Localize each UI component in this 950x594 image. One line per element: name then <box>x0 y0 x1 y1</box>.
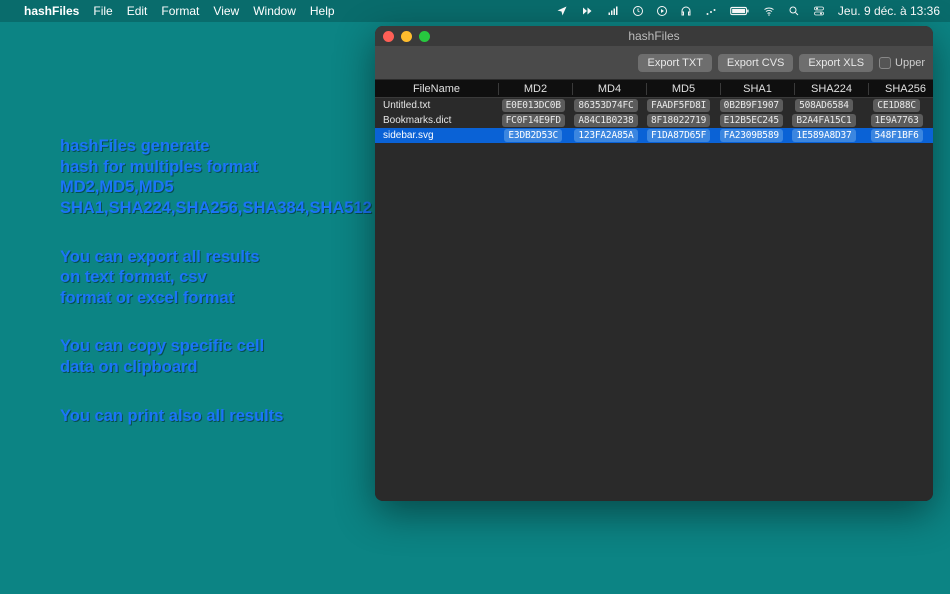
cell-hash: FAADF5FD8I <box>642 99 715 112</box>
hash-chip[interactable]: 8F18022719 <box>647 114 710 127</box>
cell-hash: 1E589A8D37 <box>788 129 861 142</box>
promo-line: You can print also all results <box>60 406 372 427</box>
hash-chip[interactable]: B2A4FA15C1 <box>792 114 855 127</box>
hash-chip[interactable]: 1E9A7763 <box>871 114 923 127</box>
menu-file[interactable]: File <box>93 4 112 18</box>
cell-hash: 548F1BF6 <box>860 129 933 142</box>
cell-hash: E12B5EC245 <box>715 114 788 127</box>
toolbar: Export TXT Export CVS Export XLS Upper <box>375 46 933 80</box>
window-titlebar[interactable]: hashFiles <box>375 26 933 46</box>
cell-hash: E3DB2D53C <box>497 129 570 142</box>
hash-chip[interactable]: A84C1B0238 <box>574 114 637 127</box>
cell-hash: CE1D88C <box>860 99 933 112</box>
cell-hash: B2A4FA15C1 <box>788 114 861 127</box>
control-center-icon[interactable] <box>812 5 826 17</box>
export-cvs-button[interactable]: Export CVS <box>718 54 793 72</box>
col-filename[interactable]: FileName <box>375 83 499 95</box>
hash-chip[interactable]: 1E589A8D37 <box>792 129 855 142</box>
menubar-status-area: Jeu. 9 déc. à 13:36 <box>556 4 940 18</box>
cell-filename: sidebar.svg <box>375 130 497 141</box>
menu-edit[interactable]: Edit <box>127 4 148 18</box>
cell-hash: E0E013DC0B <box>497 99 570 112</box>
promo-line: You can copy specific cell <box>60 336 372 357</box>
hash-chip[interactable]: FC0F14E9FD <box>502 114 565 127</box>
cell-hash: 123FA2A85A <box>570 129 643 142</box>
promo-line: format or excel format <box>60 288 372 309</box>
table-row[interactable]: Untitled.txt E0E013DC0B 86353D74FC FAADF5FD… <box>375 98 933 113</box>
col-md4[interactable]: MD4 <box>573 83 647 95</box>
col-sha256[interactable]: SHA256 <box>869 83 933 95</box>
hash-chip[interactable]: FAADF5FD8I <box>647 99 710 112</box>
hash-chip[interactable]: 508AD6584 <box>795 99 853 112</box>
hash-chip[interactable]: E12B5EC245 <box>720 114 783 127</box>
hash-chip[interactable]: FA2309B589 <box>720 129 783 142</box>
menubar-clock[interactable]: Jeu. 9 déc. à 13:36 <box>838 4 940 18</box>
fastforward-icon[interactable] <box>580 5 594 17</box>
col-sha224[interactable]: SHA224 <box>795 83 869 95</box>
cell-hash: F1DA87D65F <box>642 129 715 142</box>
cell-hash: 508AD6584 <box>788 99 861 112</box>
upper-label: Upper <box>895 57 925 69</box>
battery-icon[interactable] <box>730 5 750 17</box>
table-header-row: FileName MD2 MD4 MD5 SHA1 SHA224 SHA256 <box>375 80 933 98</box>
clock-icon[interactable] <box>632 5 644 17</box>
promo-line: SHA1,SHA224,SHA256,SHA384,SHA512 <box>60 198 372 219</box>
menubar-appname[interactable]: hashFiles <box>24 4 79 18</box>
hash-chip[interactable]: 123FA2A85A <box>574 129 637 142</box>
promo-line: hash for multiples format <box>60 157 372 178</box>
promo-line: MD2,MD5,MD5 <box>60 177 372 198</box>
hash-chip[interactable]: E3DB2D53C <box>504 129 562 142</box>
hash-chip[interactable]: 548F1BF6 <box>871 129 923 142</box>
dots-icon[interactable] <box>704 5 718 17</box>
cell-hash: 1E9A7763 <box>860 114 933 127</box>
menu-view[interactable]: View <box>213 4 239 18</box>
cell-hash: 8F18022719 <box>642 114 715 127</box>
hash-chip[interactable]: CE1D88C <box>873 99 920 112</box>
signal-icon[interactable] <box>606 5 620 17</box>
export-xls-button[interactable]: Export XLS <box>799 54 873 72</box>
cell-filename: Bookmarks.dict <box>375 115 497 126</box>
checkbox-icon[interactable] <box>879 57 891 69</box>
promo-line: hashFiles generate <box>60 136 372 157</box>
menu-window[interactable]: Window <box>253 4 296 18</box>
cell-filename: Untitled.txt <box>375 100 497 111</box>
hash-chip[interactable]: F1DA87D65F <box>647 129 710 142</box>
col-md2[interactable]: MD2 <box>499 83 573 95</box>
cell-hash: FC0F14E9FD <box>497 114 570 127</box>
promo-text: hashFiles generate hash for multiples fo… <box>60 136 372 454</box>
export-txt-button[interactable]: Export TXT <box>638 54 711 72</box>
cell-hash: FA2309B589 <box>715 129 788 142</box>
wifi-icon[interactable] <box>762 5 776 17</box>
play-circle-icon[interactable] <box>656 5 668 17</box>
hash-chip[interactable]: 0B2B9F1907 <box>720 99 783 112</box>
hash-chip[interactable]: 86353D74FC <box>574 99 637 112</box>
menu-help[interactable]: Help <box>310 4 335 18</box>
headphones-icon[interactable] <box>680 5 692 17</box>
window-title: hashFiles <box>375 29 933 43</box>
col-md5[interactable]: MD5 <box>647 83 721 95</box>
menu-format[interactable]: Format <box>161 4 199 18</box>
table-row[interactable]: Bookmarks.dict FC0F14E9FD A84C1B0238 8F1802… <box>375 113 933 128</box>
search-icon[interactable] <box>788 5 800 17</box>
cell-hash: A84C1B0238 <box>570 114 643 127</box>
upper-toggle[interactable]: Upper <box>879 57 925 69</box>
col-sha1[interactable]: SHA1 <box>721 83 795 95</box>
location-icon[interactable] <box>556 5 568 17</box>
promo-line: You can export all results <box>60 247 372 268</box>
promo-line: data on clipboard <box>60 357 372 378</box>
macos-menubar: hashFiles File Edit Format View Window H… <box>0 0 950 22</box>
promo-line: on text format, csv <box>60 267 372 288</box>
cell-hash: 0B2B9F1907 <box>715 99 788 112</box>
app-window: hashFiles Export TXT Export CVS Export X… <box>375 26 933 501</box>
table-body: Untitled.txt E0E013DC0B 86353D74FC FAADF5FD… <box>375 98 933 501</box>
cell-hash: 86353D74FC <box>570 99 643 112</box>
hash-chip[interactable]: E0E013DC0B <box>502 99 565 112</box>
table-row[interactable]: sidebar.svg E3DB2D53C 123FA2A85A F1DA87D65F… <box>375 128 933 143</box>
menubar-left: hashFiles File Edit Format View Window H… <box>10 4 335 18</box>
